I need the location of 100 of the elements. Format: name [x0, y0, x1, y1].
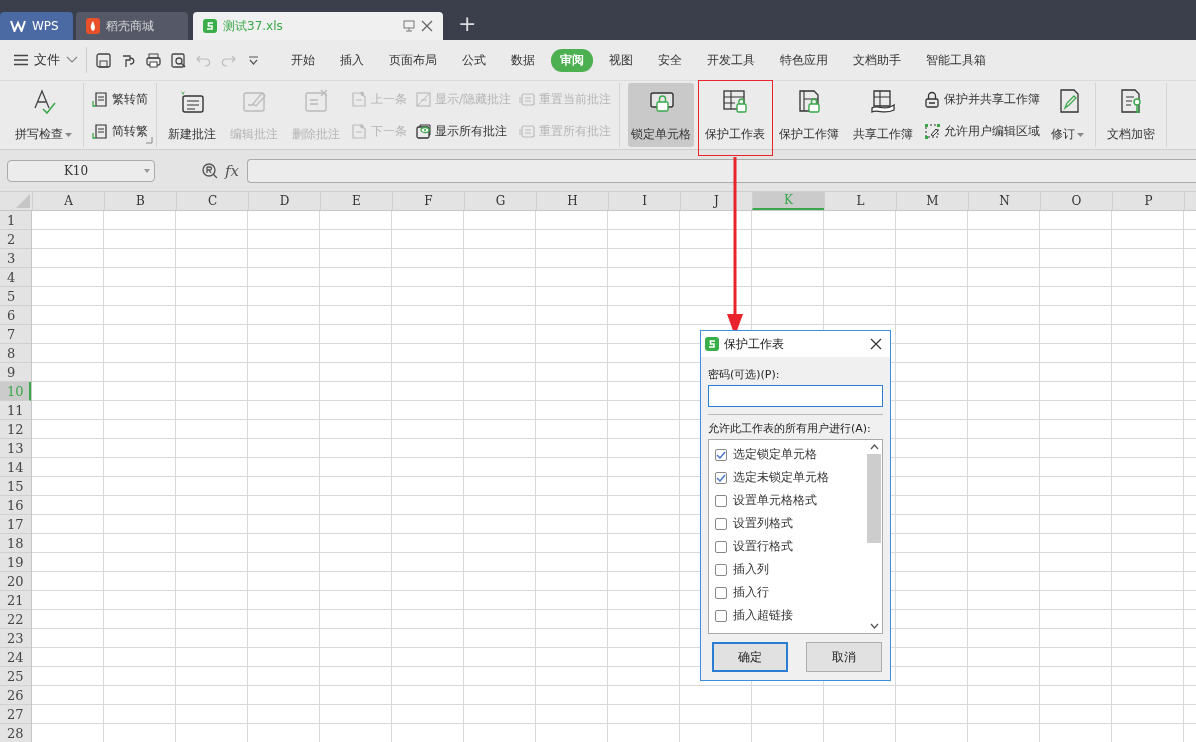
name-box[interactable]: K10 — [7, 159, 155, 182]
row-header[interactable]: 12 — [0, 420, 31, 439]
row-header[interactable]: 16 — [0, 496, 31, 515]
preview-icon[interactable] — [170, 51, 187, 69]
row-header[interactable]: 23 — [0, 629, 31, 648]
row-header[interactable]: 15 — [0, 477, 31, 496]
row-header[interactable]: 17 — [0, 515, 31, 534]
permission-option[interactable]: 插入列 — [709, 558, 866, 581]
ribbon-tab[interactable]: 特色应用 — [771, 48, 837, 72]
row-header[interactable]: 27 — [0, 705, 31, 724]
column-header[interactable]: C — [176, 192, 248, 210]
row-header[interactable]: 22 — [0, 610, 31, 629]
close-icon[interactable] — [870, 338, 882, 350]
document-tab[interactable]: 稻壳商城 — [76, 12, 188, 40]
column-header[interactable]: O — [1040, 192, 1112, 210]
checkbox[interactable] — [715, 563, 727, 576]
permission-option[interactable]: 设置行格式 — [709, 535, 866, 558]
row-header[interactable]: 7 — [0, 325, 31, 344]
row-header[interactable]: 8 — [0, 344, 31, 363]
ribbon-tab[interactable]: 页面布局 — [380, 48, 446, 72]
row-header[interactable]: 14 — [0, 458, 31, 477]
reset-comment-icon — [519, 90, 537, 108]
ribbon-tab[interactable]: 安全 — [649, 48, 691, 72]
row-header[interactable]: 2 — [0, 230, 31, 249]
ribbon-button[interactable]: 锁定单元格 — [628, 83, 695, 147]
ribbon-tab[interactable]: 视图 — [600, 48, 642, 72]
row-header[interactable]: 3 — [0, 249, 31, 268]
ribbon-button[interactable]: 新建批注 — [165, 83, 219, 147]
file-menu-button[interactable]: 文件 — [14, 51, 78, 69]
ribbon-button[interactable]: 显示所有批注 — [415, 122, 512, 140]
ribbon-button[interactable]: 简转繁 — [92, 122, 148, 140]
monitor-icon — [403, 20, 415, 32]
column-header[interactable]: A — [32, 192, 104, 210]
column-header[interactable]: P — [1112, 192, 1184, 210]
row-header[interactable]: 13 — [0, 439, 31, 458]
save-icon[interactable] — [95, 51, 112, 69]
permission-option[interactable]: 插入超链接 — [709, 604, 866, 627]
checkbox[interactable] — [715, 494, 727, 507]
row-header[interactable]: 19 — [0, 553, 31, 572]
row-header[interactable]: 26 — [0, 686, 31, 705]
column-header[interactable]: G — [464, 192, 536, 210]
cancel-button[interactable]: 取消 — [806, 642, 882, 672]
ribbon-tab[interactable]: 插入 — [331, 48, 373, 72]
app-icon — [705, 337, 719, 351]
row-header[interactable]: 5 — [0, 287, 31, 306]
down-document-icon — [351, 122, 368, 140]
ok-button[interactable]: 确定 — [712, 642, 788, 672]
column-header[interactable]: L — [824, 192, 896, 210]
row-header[interactable]: 21 — [0, 591, 31, 610]
permission-option[interactable]: 设置单元格格式 — [709, 489, 866, 512]
checkbox[interactable] — [715, 448, 727, 461]
ribbon-tab[interactable]: 智能工具箱 — [917, 48, 995, 72]
ribbon-tab[interactable]: 开发工具 — [698, 48, 764, 72]
row-header[interactable]: 6 — [0, 306, 31, 325]
permission-option[interactable]: 插入行 — [709, 581, 866, 604]
tab-label: WPS — [32, 19, 59, 33]
checkbox[interactable] — [715, 471, 727, 484]
column-header[interactable]: N — [968, 192, 1040, 210]
ribbon-button[interactable]: 繁转简 — [92, 90, 148, 108]
checkbox[interactable] — [715, 586, 727, 599]
ribbon-tab[interactable]: 数据 — [502, 48, 544, 72]
column-header[interactable]: I — [608, 192, 680, 210]
row-header[interactable]: 25 — [0, 667, 31, 686]
function-button[interactable]: fx — [225, 161, 239, 180]
formula-field[interactable] — [247, 158, 1196, 183]
ribbon-tab[interactable]: 开始 — [282, 48, 324, 72]
permission-option[interactable]: 设置列格式 — [709, 512, 866, 535]
row-header[interactable]: 24 — [0, 648, 31, 667]
row-header[interactable]: 11 — [0, 401, 31, 420]
password-field[interactable] — [708, 385, 883, 407]
permission-option[interactable]: 选定锁定单元格 — [709, 443, 866, 466]
ribbon-button[interactable]: 保护并共享工作簿 — [924, 90, 1041, 108]
ribbon-button[interactable]: 保护工作表 — [702, 83, 769, 147]
ribbon-button[interactable]: 文档加密 — [1104, 83, 1159, 147]
print-icon[interactable] — [145, 51, 162, 69]
column-header[interactable]: B — [104, 192, 176, 210]
ribbon-button[interactable]: 共享工作簿 — [850, 83, 917, 147]
column-header[interactable]: M — [896, 192, 968, 210]
column-header[interactable]: F — [392, 192, 464, 210]
row-header[interactable]: 20 — [0, 572, 31, 591]
permission-option[interactable]: 选定未锁定单元格 — [709, 466, 866, 489]
checkbox[interactable] — [715, 609, 727, 622]
row-header[interactable]: 18 — [0, 534, 31, 553]
column-header[interactable]: D — [248, 192, 320, 210]
row-header[interactable]: 28 — [0, 724, 31, 742]
ribbon-button[interactable]: 允许用户编辑区域 — [924, 122, 1041, 140]
ribbon-tab[interactable]: 文档助手 — [844, 48, 910, 72]
ribbon-button[interactable]: 拼写检查 — [12, 83, 75, 147]
row-header[interactable]: 1 — [0, 211, 31, 230]
column-header[interactable]: H — [536, 192, 608, 210]
new-tab-button[interactable]: + — [458, 12, 477, 36]
column-header[interactable]: E — [320, 192, 392, 210]
document-tab[interactable]: WPS — [0, 12, 73, 40]
ribbon-tab[interactable]: 公式 — [453, 48, 495, 72]
checkbox[interactable] — [715, 540, 727, 553]
ribbon-button[interactable]: 保护工作簿 — [776, 83, 843, 147]
field-label: 允许此工作表的所有用户进行(A): — [708, 421, 872, 436]
checkbox[interactable] — [715, 517, 727, 530]
row-header[interactable]: 4 — [0, 268, 31, 287]
ribbon-button[interactable]: 修订 — [1048, 83, 1088, 147]
